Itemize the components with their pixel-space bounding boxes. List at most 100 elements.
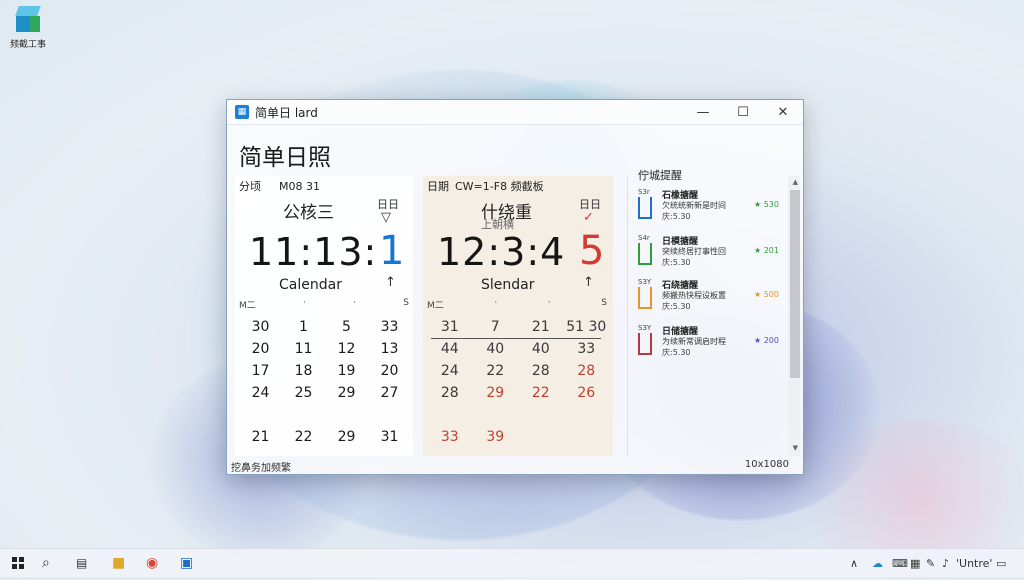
grid-row: 31 7 21 51 30	[427, 316, 609, 338]
date-cell[interactable]: 30	[239, 319, 282, 335]
reminder-meta: 庆:5.30	[662, 258, 691, 267]
date-cell[interactable]: 29	[325, 429, 368, 445]
weekday-label: M二	[427, 301, 444, 311]
cloud-icon[interactable]: ☁	[872, 557, 883, 570]
date-cell[interactable]: 22	[518, 385, 564, 401]
date-cell[interactable]: 20	[239, 341, 282, 357]
volume-icon[interactable]: ♪	[942, 557, 949, 570]
minimize-button[interactable]: —	[683, 100, 723, 124]
date-cell[interactable]: 39	[473, 429, 519, 445]
date-cell[interactable]: 33	[427, 429, 473, 445]
date-cell[interactable]: 33	[368, 319, 411, 335]
date-cell[interactable]: 28	[427, 385, 473, 401]
weekday-header: M二 · · S	[239, 298, 409, 311]
dropdown-mark-icon[interactable]: ▽	[381, 210, 391, 225]
reminder-item[interactable]: S3Y 石绕搪醒 频搬热快程设板置 庆:5.30 ★ 500	[636, 278, 779, 320]
reminder-number: S3r	[638, 188, 650, 196]
up-arrow-icon[interactable]: ↑	[385, 275, 396, 290]
calendar-panel-middle[interactable]: 日期 CW=1-F8 频截板 什绕重 上朝横 日日 ✓ 12:3:4 5 Slen…	[423, 176, 613, 456]
date-cell[interactable]: 19	[325, 363, 368, 379]
reminder-item[interactable]: S4r 日模搪醒 突续终居打事性回 庆:5.30 ★ 201	[636, 234, 779, 276]
grid-row: 33 39	[427, 426, 609, 448]
date-cell[interactable]: 31	[368, 429, 411, 445]
chrome-icon[interactable]: ◉	[146, 555, 158, 571]
weekday-header: M二 · · S	[427, 298, 607, 311]
date-cell[interactable]: 51 30	[564, 319, 610, 335]
bracket-icon	[638, 333, 652, 355]
calendar-tray-icon[interactable]: ▦	[910, 557, 920, 570]
close-button[interactable]: ✕	[763, 100, 803, 124]
date-cell[interactable]: 17	[239, 363, 282, 379]
date-grid: 30 1 5 33 20 11 12 13 17 18 19 20 24 25 …	[239, 316, 411, 448]
tray-chevron-icon[interactable]: ∧	[850, 557, 858, 570]
task-view-icon[interactable]: ▤	[76, 556, 87, 570]
reminder-meta: 庆:5.30	[662, 212, 691, 221]
weekday-label: ·	[353, 298, 357, 308]
date-cell[interactable]: 33	[564, 341, 610, 357]
date-cell[interactable]: 1	[282, 319, 325, 335]
desktop-shortcut[interactable]: 频截工事	[4, 6, 52, 50]
weekday-label: S	[601, 298, 607, 308]
date-cell[interactable]: 22	[473, 363, 519, 379]
clock-time: 12:3:4	[437, 230, 566, 274]
reminder-desc: 频搬热快程设板置	[662, 291, 726, 300]
reminders-panel[interactable]: 佇城提醒 S3r 石橡搪醒 欠统统新新是时间 庆:5.30 ★ 530 S4r …	[627, 169, 802, 456]
scrollbar-thumb[interactable]	[790, 190, 800, 378]
maximize-button[interactable]: ☐	[723, 100, 763, 124]
keyboard-icon[interactable]: ⌨	[892, 557, 908, 570]
date-cell[interactable]: 24	[427, 363, 473, 379]
check-icon[interactable]: ✓	[583, 210, 594, 225]
folder-icon[interactable]: ■	[112, 555, 125, 571]
reminder-item[interactable]: S3Y 日储搪醒 为续新常调启时程 庆:5.30 ★ 200	[636, 324, 779, 366]
title-bar[interactable]: ▦ 简单日 lard — ☐ ✕	[227, 100, 803, 125]
date-cell[interactable]: 44	[427, 341, 473, 357]
date-cell[interactable]: 7	[473, 319, 519, 335]
date-cell[interactable]: 12	[325, 341, 368, 357]
up-arrow-icon[interactable]: ↑	[583, 275, 594, 290]
store-icon[interactable]: ▣	[180, 555, 193, 571]
date-cell[interactable]: 26	[564, 385, 610, 401]
app-title: 简单日照	[239, 145, 331, 171]
date-cell[interactable]: 40	[518, 341, 564, 357]
scroll-down-icon[interactable]: ▼	[793, 444, 798, 452]
grid-row: 44 40 40 33	[427, 338, 609, 360]
date-cell[interactable]: 28	[564, 363, 610, 379]
date-cell[interactable]: 20	[368, 363, 411, 379]
weekday-label: S	[403, 298, 409, 308]
date-cell[interactable]: 11	[282, 341, 325, 357]
date-cell[interactable]: 25	[282, 385, 325, 401]
date-cell[interactable]: 21	[518, 319, 564, 335]
search-icon[interactable]: ⌕	[42, 555, 50, 571]
day-number: 1	[379, 228, 405, 274]
date-cell[interactable]: 21	[239, 429, 282, 445]
panel-header-date: CW=1-F8 频截板	[455, 180, 544, 193]
calendar-window: ▦ 简单日 lard — ☐ ✕ 简单日照 分顷 M08 31 公核三 日日 ▽ …	[226, 99, 804, 475]
star-badge: ★ 201	[754, 246, 779, 255]
weekday-large: 公核三	[283, 203, 334, 223]
notification-icon[interactable]: ▭	[996, 557, 1006, 570]
date-cell[interactable]: 27	[368, 385, 411, 401]
date-cell[interactable]: 13	[368, 341, 411, 357]
date-cell[interactable]: 31	[427, 319, 473, 335]
reminder-meta: 庆:5.30	[662, 348, 691, 357]
panel-label: Slendar	[481, 277, 535, 293]
date-cell[interactable]: 28	[518, 363, 564, 379]
tray-text[interactable]: 'Untre'	[956, 557, 992, 570]
star-badge: ★ 530	[754, 200, 779, 209]
weekday-label: ·	[303, 298, 306, 308]
reminder-number: S3Y	[638, 324, 652, 332]
date-cell[interactable]: 24	[239, 385, 282, 401]
date-cell[interactable]: 29	[325, 385, 368, 401]
scroll-up-icon[interactable]: ▲	[793, 178, 798, 186]
reminder-item[interactable]: S3r 石橡搪醒 欠统统新新是时间 庆:5.30 ★ 530	[636, 188, 779, 230]
date-cell[interactable]: 29	[473, 385, 519, 401]
pen-icon[interactable]: ✎	[926, 557, 935, 570]
date-cell[interactable]: 5	[325, 319, 368, 335]
windows-icon[interactable]	[12, 557, 24, 569]
date-cell[interactable]: 18	[282, 363, 325, 379]
calendar-panel-left[interactable]: 分顷 M08 31 公核三 日日 ▽ 11:13: 1 Calendar ↑ M二…	[235, 176, 413, 456]
grid-row: 21 22 29 31	[239, 426, 411, 448]
status-left: 挖鼻务加频繁	[231, 463, 291, 474]
date-cell[interactable]: 22	[282, 429, 325, 445]
date-cell[interactable]: 40	[473, 341, 519, 357]
